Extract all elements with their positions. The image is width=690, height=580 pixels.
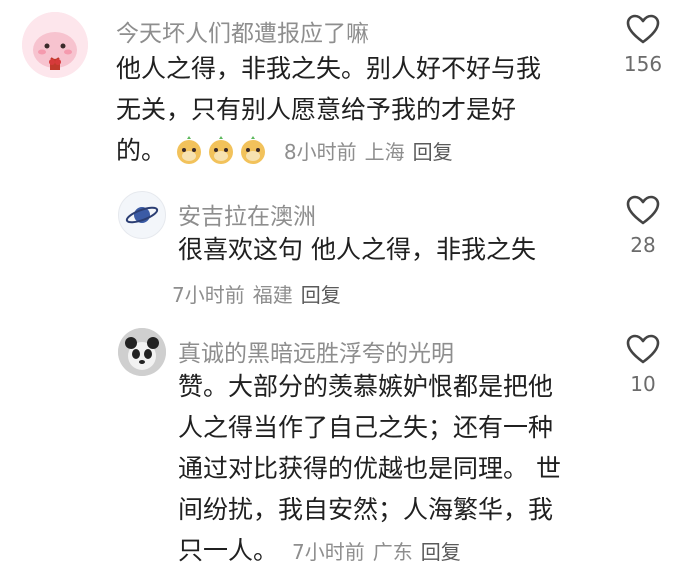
comment-meta: 7小时前 福建 回复 (172, 279, 341, 308)
like-button[interactable]: 10 (612, 334, 674, 396)
avatar[interactable] (118, 191, 166, 239)
comment-line: 无关，只有别人愿意给予我的才是好 (116, 95, 517, 124)
pink-character-icon (22, 12, 88, 78)
comment-line: 间纷扰，我自安然；人海繁华，我 (178, 495, 554, 524)
comment-item: 安吉拉在澳洲 很喜欢这句 他人之得，非我之失 7小时前 福建 回复 28 (0, 185, 690, 315)
location: 广东 (372, 540, 413, 564)
heart-icon (626, 334, 660, 364)
comment-line: 只一人。 (178, 536, 279, 565)
reply-button[interactable]: 回复 (301, 283, 341, 307)
heart-icon (626, 14, 660, 44)
reply-button[interactable]: 回复 (421, 540, 461, 564)
like-count: 10 (630, 372, 656, 396)
avatar[interactable] (22, 12, 88, 78)
comment-line: 的。 (116, 136, 167, 165)
comment-line: 通过对比获得的优越也是同理。 世 (178, 454, 561, 483)
comment-meta: 7小时前 广东 回复 (292, 540, 461, 564)
panda-icon (118, 328, 166, 376)
comment-line: 他人之得，非我之失。别人好不好与我 (116, 54, 542, 83)
location: 福建 (252, 283, 293, 307)
comment-text: 他人之得，非我之失。别人好不好与我 无关，只有别人愿意给予我的才是好 的。 8小… (116, 48, 586, 173)
comment-text: 很喜欢这句 他人之得，非我之失 (178, 229, 598, 270)
location: 上海 (364, 140, 405, 164)
like-button[interactable]: 156 (612, 14, 674, 76)
username[interactable]: 安吉拉在澳洲 (178, 197, 316, 231)
reply-button[interactable]: 回复 (413, 140, 453, 164)
planet-icon (125, 206, 159, 224)
comment-line: 人之得当作了自己之失；还有一种 (178, 413, 554, 442)
timestamp: 7小时前 (291, 540, 365, 564)
comment-item: 今天坏人们都遭报应了嘛 他人之得，非我之失。别人好不好与我 无关，只有别人愿意给… (0, 0, 690, 190)
avatar[interactable] (118, 328, 166, 376)
comment-line-last: 只一人。 7小时前 广东 回复 (178, 530, 598, 573)
like-count: 156 (623, 52, 663, 76)
comment-line: 很喜欢这句 他人之得，非我之失 (178, 235, 536, 264)
comment-meta: 8小时前 上海 回复 (284, 140, 453, 164)
timestamp: 7小时前 (172, 283, 245, 307)
like-button[interactable]: 28 (612, 195, 674, 257)
username[interactable]: 今天坏人们都遭报应了嘛 (116, 14, 369, 48)
comment-item: 真诚的黑暗远胜浮夸的光明 赞。大部分的羡慕嫉妒恨都是把他 人之得当作了自己之失；… (0, 318, 690, 580)
meerkat-emoji-icon (174, 136, 278, 165)
comment-line-last: 的。 8小时前 上海 回复 (116, 130, 586, 173)
comment-text: 赞。大部分的羡慕嫉妒恨都是把他 人之得当作了自己之失；还有一种 通过对比获得的优… (178, 366, 598, 573)
username[interactable]: 真诚的黑暗远胜浮夸的光明 (178, 334, 454, 368)
heart-icon (626, 195, 660, 225)
timestamp: 8小时前 (283, 140, 357, 164)
comment-line: 赞。大部分的羡慕嫉妒恨都是把他 (178, 372, 554, 401)
like-count: 28 (630, 233, 656, 257)
